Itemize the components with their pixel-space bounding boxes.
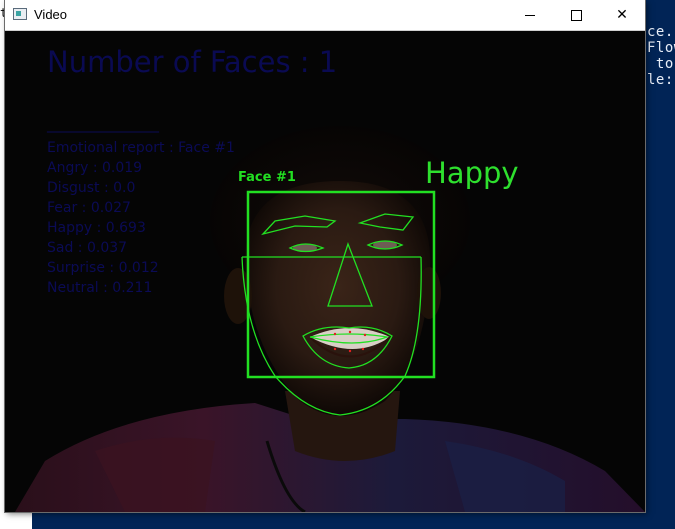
face-label: Face #1 (238, 170, 296, 185)
terminal-line: Flow (647, 40, 675, 56)
maximize-button[interactable] (553, 0, 599, 30)
minimize-icon (525, 14, 535, 16)
report-surprise: Surprise : 0.012 (47, 260, 159, 276)
report-separator: ________________ (47, 117, 159, 133)
report-happy: Happy : 0.693 (47, 220, 146, 236)
window-title: Video (34, 7, 68, 22)
report-disgust: Disgust : 0.0 (47, 180, 136, 196)
video-window: Video ✕ Number of Faces: 1 ____________… (5, 0, 645, 512)
app-icon (13, 8, 27, 20)
report-neutral: Neutral : 0.211 (47, 280, 153, 296)
maximize-icon (570, 9, 582, 21)
report-title: Emotional report : Face #1 (47, 140, 235, 156)
report-angry: Angry : 0.019 (47, 160, 143, 176)
face-count-text: Number of Faces : 1 (47, 45, 338, 79)
emotion-label: Happy (425, 156, 519, 190)
report-sad: Sad : 0.037 (47, 240, 128, 256)
terminal-line: ce.p (647, 24, 675, 40)
terminal-line: le: (647, 72, 674, 88)
video-frame: Number of Faces : 1 ________________ Emo… (5, 31, 645, 512)
close-icon: ✕ (616, 7, 628, 23)
terminal-line: to (655, 56, 674, 72)
minimize-button[interactable] (507, 0, 553, 30)
title-bar[interactable]: Video ✕ (5, 0, 645, 31)
report-fear: Fear : 0.027 (47, 200, 131, 216)
close-button[interactable]: ✕ (599, 0, 645, 30)
